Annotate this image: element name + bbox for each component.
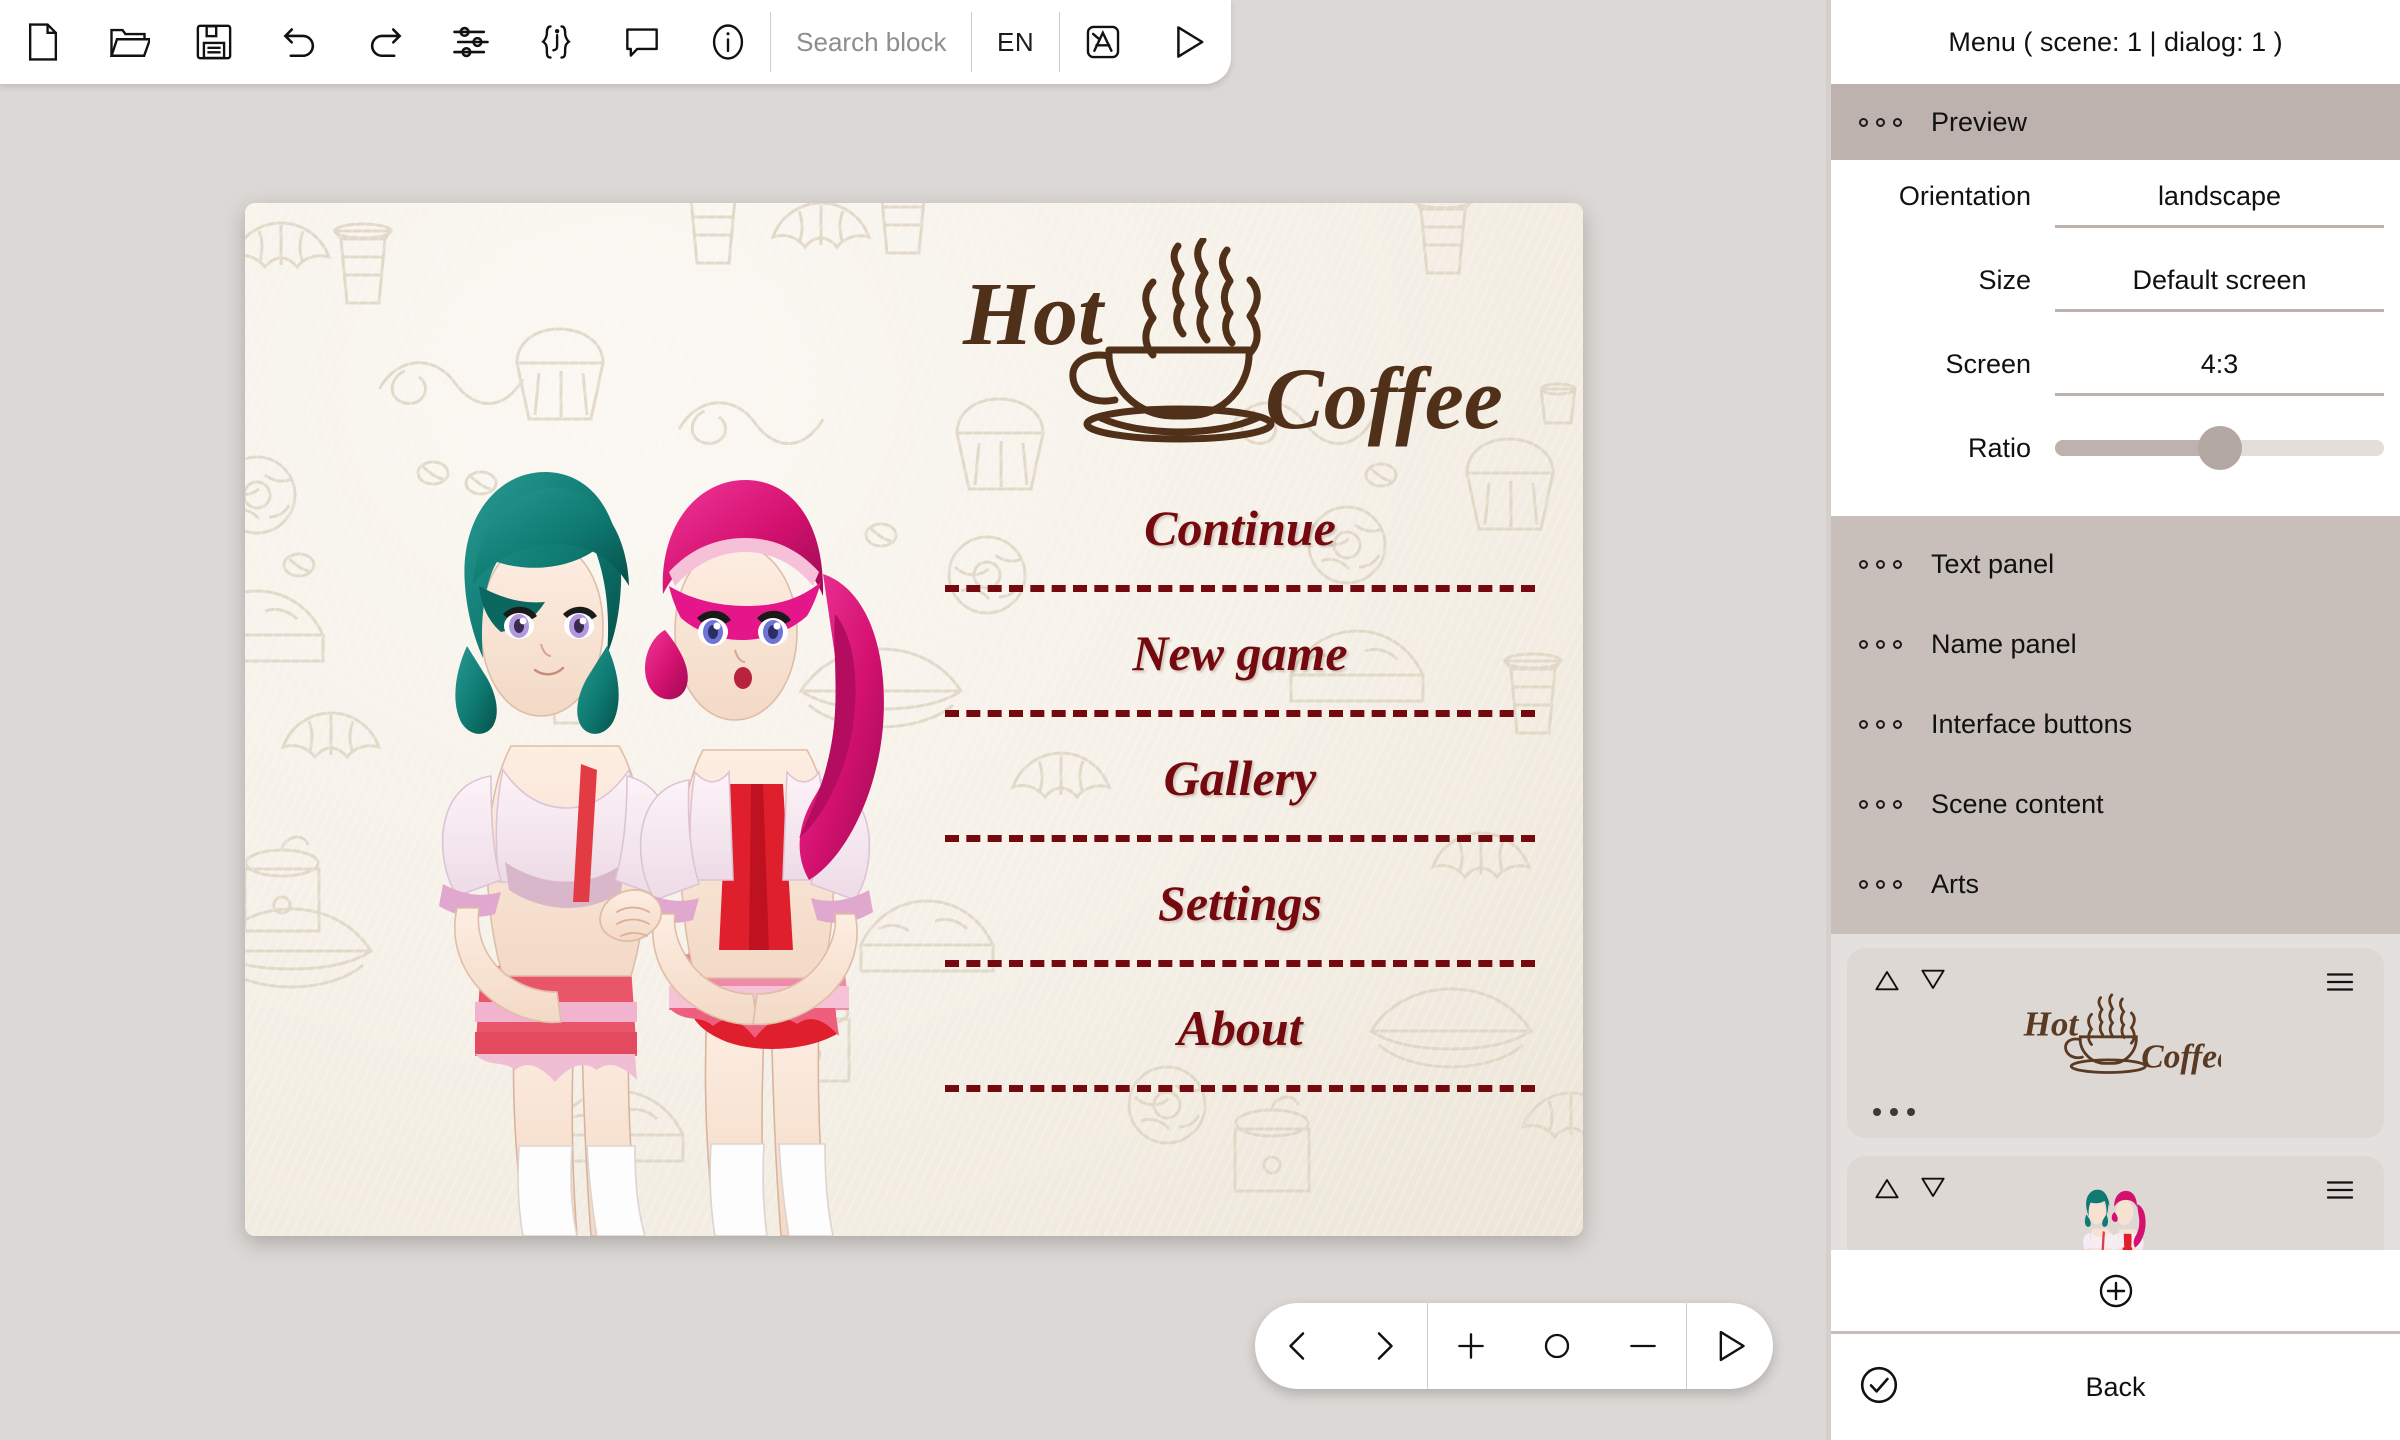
info-button[interactable] [685, 0, 771, 84]
setting-row-screen: Screen 4:3 [1831, 334, 2400, 418]
svg-text:Coffee: Coffee [2141, 1039, 2221, 1076]
size-select[interactable]: Default screen [2055, 250, 2384, 312]
logo-hot-text: Hot [962, 265, 1106, 364]
section-label: Text panel [1931, 548, 2055, 579]
characters-art [439, 472, 884, 1236]
new-file-button[interactable] [0, 0, 86, 84]
language-selector[interactable]: EN [972, 0, 1059, 84]
zoom-reset-button[interactable] [1514, 1326, 1600, 1366]
check-circle-icon[interactable] [1855, 1361, 1903, 1414]
preview-settings-group: Orientation landscape Size Default scree… [1831, 160, 2400, 516]
layer-thumbnail-logo: Hot Coffee [1847, 974, 2384, 1094]
menu-item-label: Gallery [1163, 750, 1317, 806]
app-root: Search block EN Hot Coffee Continue New … [0, 0, 2400, 1440]
menu-divider [945, 835, 1535, 842]
play-button[interactable] [1145, 0, 1231, 84]
scene-preview-canvas[interactable]: Hot Coffee Continue New game Gallery Set… [245, 203, 1583, 1236]
json-button[interactable] [514, 0, 600, 84]
preview-play-button[interactable] [1687, 1324, 1773, 1368]
svg-text:Hot: Hot [2022, 1004, 2079, 1043]
ratio-slider-thumb[interactable] [2197, 426, 2242, 470]
scene-sections-group: Text panel Name panel Interface buttons … [1831, 516, 2400, 934]
layer-options-dots-icon[interactable] [1873, 1108, 1915, 1116]
add-layer-button[interactable] [1831, 1250, 2400, 1334]
game-logo: Hot Coffee [935, 236, 1545, 448]
layer-card[interactable]: Hot Coffee [1847, 948, 2384, 1138]
section-scene-content[interactable]: Scene content [1831, 764, 2400, 844]
undo-button[interactable] [257, 0, 343, 84]
menu-item-label: Continue [1144, 500, 1336, 556]
comment-button[interactable] [599, 0, 685, 84]
game-menu-list: Continue New game Gallery Settings About [945, 493, 1535, 1118]
open-file-button[interactable] [86, 0, 172, 84]
menu-item-about[interactable]: About [945, 993, 1535, 1118]
menu-divider [945, 710, 1535, 717]
panel-title: Menu ( scene: 1 | dialog: 1 ) [1831, 0, 2400, 84]
top-toolbar: Search block EN [0, 0, 1231, 84]
menu-item-label: New game [1132, 625, 1348, 681]
drag-handle-dots-icon[interactable] [1853, 117, 1931, 127]
ratio-slider[interactable] [2055, 426, 2384, 470]
menu-divider [945, 585, 1535, 592]
translate-button[interactable] [1060, 0, 1146, 84]
menu-divider [945, 1085, 1535, 1092]
section-arts[interactable]: Arts [1831, 844, 2400, 924]
section-name-panel[interactable]: Name panel [1831, 604, 2400, 684]
section-label: Scene content [1931, 788, 2104, 819]
back-button[interactable]: Back [1831, 1334, 2400, 1440]
orientation-select[interactable]: landscape [2055, 166, 2384, 228]
settings-button[interactable] [428, 0, 514, 84]
drag-handle-dots-icon[interactable] [1853, 879, 1931, 889]
drag-handle-dots-icon[interactable] [1853, 719, 1931, 729]
save-button[interactable] [171, 0, 257, 84]
right-inspector-panel: Menu ( scene: 1 | dialog: 1 ) Preview Or… [1826, 0, 2400, 1440]
menu-item-label: Settings [1158, 875, 1322, 931]
back-button-label: Back [2085, 1371, 2146, 1402]
setting-label: Orientation [1898, 181, 2031, 211]
section-label: Name panel [1931, 628, 2077, 659]
menu-item-label: About [1177, 1000, 1303, 1056]
menu-item-gallery[interactable]: Gallery [945, 743, 1535, 868]
play-group [1687, 1303, 1773, 1389]
setting-label: Size [1978, 265, 2031, 295]
menu-item-new-game[interactable]: New game [945, 618, 1535, 743]
layer-card[interactable] [1847, 1156, 2384, 1250]
previous-scene-button[interactable] [1255, 1326, 1341, 1366]
zoom-out-button[interactable] [1600, 1326, 1686, 1366]
zoom-in-button[interactable] [1428, 1326, 1514, 1366]
section-preview[interactable]: Preview [1831, 84, 2400, 160]
layer-thumbnail-characters [1847, 1182, 2384, 1250]
ratio-label: Ratio [1967, 433, 2031, 463]
drag-handle-dots-icon[interactable] [1853, 639, 1931, 649]
drag-handle-dots-icon[interactable] [1853, 559, 1931, 569]
canvas-control-bar [1255, 1303, 1773, 1389]
screen-select[interactable]: 4:3 [2055, 334, 2384, 396]
redo-button[interactable] [342, 0, 428, 84]
navigation-group [1255, 1303, 1427, 1389]
search-input[interactable]: Search block [771, 0, 971, 84]
section-interface-buttons[interactable]: Interface buttons [1831, 684, 2400, 764]
menu-divider [945, 960, 1535, 967]
menu-item-continue[interactable]: Continue [945, 493, 1535, 618]
section-label: Interface buttons [1931, 708, 2133, 739]
logo-coffee-text: Coffee [1265, 351, 1503, 448]
setting-row-orientation: Orientation landscape [1831, 166, 2400, 250]
next-scene-button[interactable] [1341, 1326, 1427, 1366]
zoom-group [1428, 1303, 1686, 1389]
setting-row-size: Size Default screen [1831, 250, 2400, 334]
drag-handle-dots-icon[interactable] [1853, 799, 1931, 809]
layers-list: Hot Coffee [1831, 934, 2400, 1250]
ratio-slider-wrap [2055, 418, 2384, 478]
section-label: Preview [1931, 106, 2028, 137]
setting-row-ratio: Ratio [1831, 418, 2400, 502]
setting-label: Screen [1945, 349, 2031, 379]
menu-item-settings[interactable]: Settings [945, 868, 1535, 993]
ratio-slider-fill [2055, 440, 2220, 456]
section-label: Arts [1931, 868, 1980, 899]
section-text-panel[interactable]: Text panel [1831, 524, 2400, 604]
